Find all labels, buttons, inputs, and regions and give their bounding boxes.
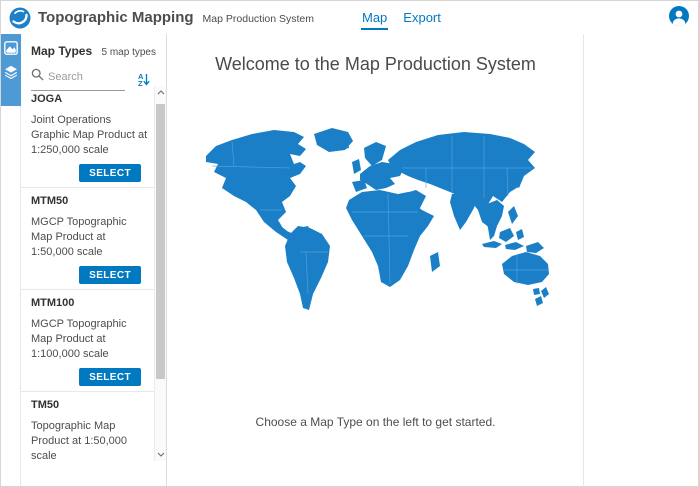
map-type-name: MTM100 (31, 297, 141, 309)
tab-export[interactable]: Export (402, 6, 442, 30)
map-type-name: JOGA (31, 93, 141, 105)
select-button[interactable]: SELECT (79, 368, 141, 386)
select-button-row: SELECT (31, 368, 141, 386)
panel-title: Map Types (31, 44, 92, 58)
tab-map[interactable]: Map (361, 6, 388, 30)
map-type-description: Joint Operations Graphic Map Product at … (31, 113, 149, 158)
layers-tool-icon[interactable] (4, 65, 18, 79)
select-button[interactable]: SELECT (79, 164, 141, 182)
map-type-item: MTM50 MGCP Topographic Map Product at 1:… (21, 188, 155, 290)
app-title: Topographic Mapping (38, 9, 194, 26)
user-avatar-icon[interactable] (669, 6, 689, 26)
header-tabs: Map Export (361, 6, 442, 30)
map-type-item: TM50 Topographic Map Product at 1:50,000… (21, 392, 155, 461)
map-type-item: JOGA Joint Operations Graphic Map Produc… (21, 86, 155, 188)
app-subtitle: Map Production System (203, 10, 314, 25)
map-types-tool-icon[interactable] (4, 41, 18, 55)
instruction-text: Choose a Map Type on the left to get sta… (168, 415, 583, 429)
scroll-up-button[interactable] (155, 86, 166, 99)
select-button-row: SELECT (31, 164, 141, 182)
scroll-down-button[interactable] (155, 448, 166, 461)
map-type-item: MTM100 MGCP Topographic Map Product at 1… (21, 290, 155, 392)
sort-arrow-down-icon (143, 73, 150, 86)
globe-logo-icon (9, 7, 31, 29)
app-header: Topographic Mapping Map Production Syste… (1, 1, 698, 34)
search-icon (31, 68, 44, 86)
select-button[interactable]: SELECT (79, 266, 141, 284)
map-type-description: Topographic Map Product at 1:50,000 scal… (31, 419, 149, 461)
welcome-title: Welcome to the Map Production System (168, 54, 583, 75)
welcome-panel: Welcome to the Map Production System (168, 34, 584, 487)
map-type-description: MGCP Topographic Map Product at 1:50,000… (31, 215, 149, 260)
sort-az-icon[interactable]: A Z (138, 73, 150, 87)
map-type-name: MTM50 (31, 195, 141, 207)
app-window: Topographic Mapping Map Production Syste… (0, 0, 699, 487)
right-panel (585, 34, 699, 487)
panel-header: Map Types 5 map types (21, 34, 166, 61)
map-type-list: JOGA Joint Operations Graphic Map Produc… (21, 86, 155, 461)
scrollbar-thumb[interactable] (156, 104, 165, 379)
search-input[interactable] (48, 71, 120, 83)
map-type-count: 5 map types (102, 47, 156, 58)
map-type-description: MGCP Topographic Map Product at 1:100,00… (31, 317, 149, 362)
tool-rail-active-group (1, 34, 21, 106)
scrollbar (154, 86, 166, 461)
tool-rail (1, 34, 21, 487)
world-map-image (202, 104, 550, 314)
select-button-row: SELECT (31, 266, 141, 284)
map-type-name: TM50 (31, 399, 141, 411)
map-types-panel: Map Types 5 map types A Z (21, 34, 167, 487)
